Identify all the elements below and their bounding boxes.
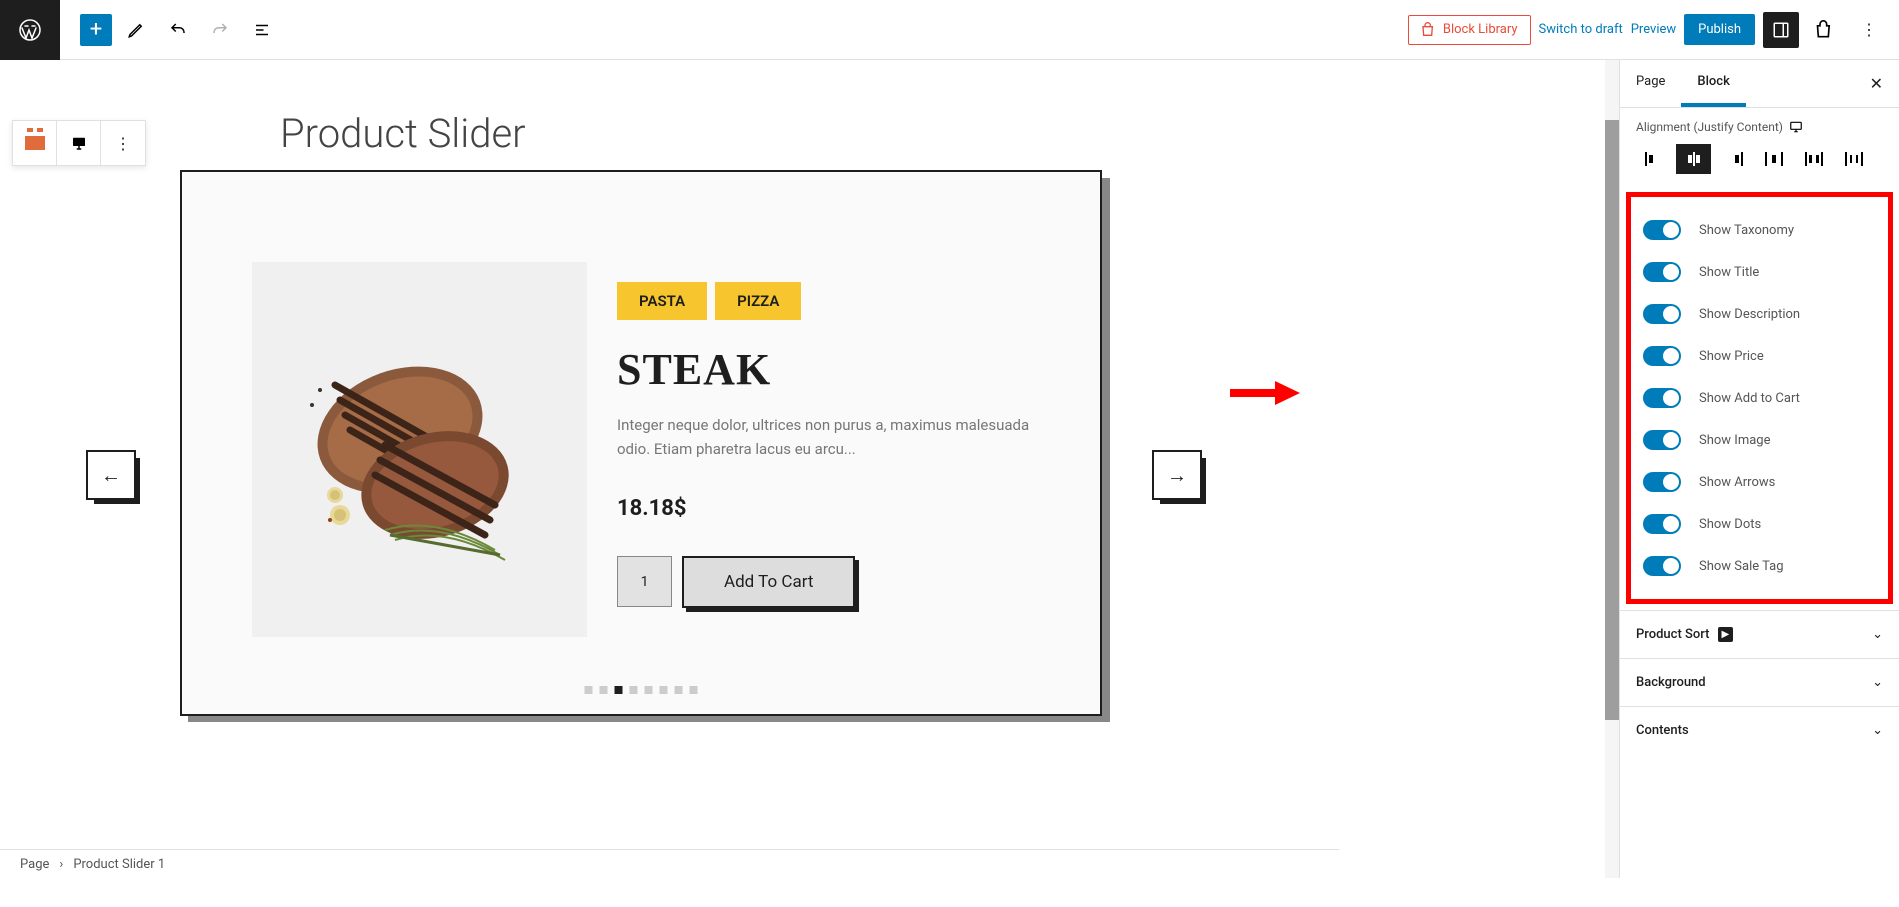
dot-5[interactable] [645, 686, 653, 694]
tab-page[interactable]: Page [1620, 60, 1681, 107]
accordion-background[interactable]: Background ⌄ [1620, 658, 1899, 706]
switch[interactable] [1643, 472, 1681, 492]
list-view-icon[interactable] [244, 12, 280, 48]
add-to-cart-button[interactable]: Add To Cart [682, 556, 855, 608]
toggle-show-add-to-cart: Show Add to Cart [1637, 377, 1882, 419]
publish-button[interactable]: Publish [1684, 14, 1755, 45]
toolbar-left: + [60, 12, 280, 48]
dot-3[interactable] [615, 686, 623, 694]
block-more-icon[interactable]: ⋮ [101, 121, 145, 165]
slider-prev-button[interactable]: ← [86, 450, 136, 500]
slider-dots [585, 686, 698, 694]
toggle-show-price: Show Price [1637, 335, 1882, 377]
toggle-show-taxonomy: Show Taxonomy [1637, 209, 1882, 251]
switch[interactable] [1643, 304, 1681, 324]
play-icon: ▶ [1718, 627, 1734, 642]
product-price: 18.18$ [617, 496, 1030, 521]
accordion-contents[interactable]: Contents ⌄ [1620, 706, 1899, 754]
block-library-label: Block Library [1443, 22, 1518, 37]
product-image [252, 262, 587, 637]
accordion-product-sort[interactable]: Product Sort▶ ⌄ [1620, 610, 1899, 658]
dot-6[interactable] [660, 686, 668, 694]
desktop-preview-icon[interactable] [57, 121, 101, 165]
breadcrumb-page[interactable]: Page [20, 857, 49, 872]
tab-block[interactable]: Block [1681, 60, 1745, 107]
align-space-around[interactable] [1796, 144, 1831, 174]
product-description: Integer neque dolor, ultrices non purus … [617, 413, 1030, 461]
switch-draft-link[interactable]: Switch to draft [1539, 22, 1623, 37]
settings-panel-toggle[interactable] [1763, 12, 1799, 48]
switch[interactable] [1643, 388, 1681, 408]
arrow-right-icon: → [1167, 463, 1187, 488]
chevron-right-icon: › [59, 857, 63, 872]
commerce-icon[interactable] [1807, 12, 1843, 48]
align-center[interactable] [1676, 144, 1711, 174]
page-title[interactable]: Product Slider [280, 110, 526, 157]
wordpress-logo[interactable] [0, 0, 60, 60]
align-space-between[interactable] [1756, 144, 1791, 174]
switch[interactable] [1643, 514, 1681, 534]
block-library-button[interactable]: Block Library [1408, 15, 1531, 45]
switch[interactable] [1643, 556, 1681, 576]
product-slider-block[interactable]: PASTA PIZZA STEAK Integer neque dolor, u… [180, 170, 1110, 722]
toggle-show-description: Show Description [1637, 293, 1882, 335]
edit-icon[interactable] [118, 12, 154, 48]
switch[interactable] [1643, 220, 1681, 240]
dot-2[interactable] [600, 686, 608, 694]
dot-1[interactable] [585, 686, 593, 694]
toggle-show-arrows: Show Arrows [1637, 461, 1882, 503]
block-type-icon[interactable] [13, 121, 57, 165]
chevron-down-icon: ⌄ [1872, 627, 1883, 642]
bag-icon [1421, 22, 1437, 38]
sidebar-tabs: Page Block ✕ [1620, 60, 1899, 108]
dot-8[interactable] [690, 686, 698, 694]
add-block-button[interactable]: + [80, 14, 112, 46]
scrollbar[interactable] [1605, 60, 1619, 878]
settings-sidebar: Page Block ✕ Alignment (Justify Content) [1619, 60, 1899, 878]
breadcrumb-current[interactable]: Product Slider 1 [73, 857, 165, 872]
toggle-show-title: Show Title [1637, 251, 1882, 293]
switch[interactable] [1643, 430, 1681, 450]
editor-topbar: + Block Library Switch to draft Preview … [0, 0, 1899, 60]
close-sidebar-button[interactable]: ✕ [1854, 60, 1899, 107]
product-title: STEAK [617, 344, 1030, 395]
toolbar-right: Block Library Switch to draft Preview Pu… [1408, 12, 1899, 48]
preview-link[interactable]: Preview [1631, 22, 1676, 37]
product-tags: PASTA PIZZA [617, 282, 1030, 320]
undo-icon[interactable] [160, 12, 196, 48]
switch[interactable] [1643, 346, 1681, 366]
breadcrumb: Page › Product Slider 1 [0, 849, 1339, 878]
toggle-show-sale-tag: Show Sale Tag [1637, 545, 1882, 587]
display-toggles-section: Show Taxonomy Show Title Show Descriptio… [1626, 192, 1893, 604]
block-toolbar: ⋮ [12, 120, 146, 166]
annotation-arrow [1225, 378, 1300, 408]
slider-next-button[interactable]: → [1152, 450, 1202, 500]
arrow-left-icon: ← [101, 463, 121, 488]
tag-pizza[interactable]: PIZZA [715, 282, 801, 320]
toggle-show-dots: Show Dots [1637, 503, 1882, 545]
toggle-show-image: Show Image [1637, 419, 1882, 461]
quantity-input[interactable]: 1 [617, 556, 672, 607]
desktop-icon [1789, 120, 1803, 134]
more-options-icon[interactable]: ⋮ [1851, 12, 1887, 48]
redo-icon[interactable] [202, 12, 238, 48]
chevron-down-icon: ⌄ [1872, 675, 1883, 690]
alignment-label: Alignment (Justify Content) [1636, 120, 1883, 134]
alignment-buttons [1636, 144, 1883, 174]
chevron-down-icon: ⌄ [1872, 723, 1883, 738]
dot-7[interactable] [675, 686, 683, 694]
editor-canvas: ⋮ Product Slider ← → [0, 60, 1619, 878]
align-space-evenly[interactable] [1836, 144, 1871, 174]
product-info: PASTA PIZZA STEAK Integer neque dolor, u… [617, 222, 1030, 664]
tag-pasta[interactable]: PASTA [617, 282, 707, 320]
align-end[interactable] [1716, 144, 1751, 174]
dot-4[interactable] [630, 686, 638, 694]
switch[interactable] [1643, 262, 1681, 282]
align-start[interactable] [1636, 144, 1671, 174]
